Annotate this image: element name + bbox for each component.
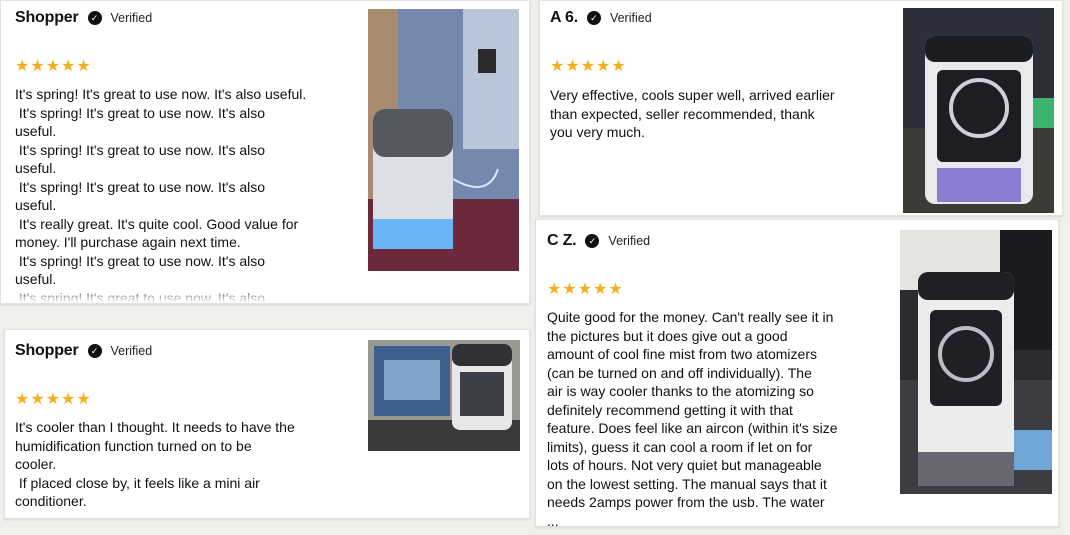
review-photo[interactable] [900, 230, 1052, 494]
star-rating: ★★★★★ [15, 58, 92, 75]
verified-check-icon: ✓ [87, 344, 102, 358]
review-card[interactable]: Shopper ✓ Verified ★★★★★ It's spring! It… [0, 0, 530, 304]
verified-check-icon: ✓ [87, 11, 102, 25]
star-rating: ★★★★★ [550, 58, 627, 75]
review-header: Shopper ✓ Verified [15, 9, 152, 27]
text-fade [1, 285, 529, 303]
verified-check-icon: ✓ [586, 11, 601, 25]
cooler-fan-photo-image [903, 8, 1054, 213]
cooler-photo-image [368, 9, 519, 271]
verified-label: Verified [608, 234, 651, 248]
review-card[interactable]: Shopper ✓ Verified ★★★★★ It's cooler tha… [4, 329, 530, 519]
cooler-box-photo-image [368, 340, 520, 451]
review-card[interactable]: A 6. ✓ Verified ★★★★★ Very effective, co… [539, 0, 1063, 216]
reviewer-name: Shopper [15, 9, 79, 26]
cooler-desk-photo-image [900, 230, 1052, 494]
review-header: A 6. ✓ Verified [550, 9, 652, 27]
review-text: Very effective, cools super well, arrive… [550, 87, 835, 140]
verified-label: Verified [110, 344, 153, 358]
star-rating: ★★★★★ [15, 391, 92, 408]
review-text: Quite good for the money. Can't really s… [547, 309, 838, 527]
star-rating: ★★★★★ [547, 281, 624, 298]
review-card[interactable]: C Z. ✓ Verified ★★★★★ Quite good for the… [535, 219, 1059, 527]
review-photo[interactable] [368, 9, 519, 271]
reviewer-name: C Z. [547, 232, 577, 249]
verified-label: Verified [609, 11, 652, 25]
reviewer-name: Shopper [15, 342, 79, 359]
review-text: It's cooler than I thought. It needs to … [15, 419, 295, 509]
review-photo[interactable] [368, 340, 520, 451]
review-header: Shopper ✓ Verified [15, 342, 152, 360]
review-header: C Z. ✓ Verified [547, 232, 650, 250]
verified-check-icon: ✓ [585, 234, 600, 248]
review-photo[interactable] [903, 8, 1054, 213]
reviewer-name: A 6. [550, 9, 578, 26]
review-text: It's spring! It's great to use now. It's… [15, 86, 307, 303]
verified-label: Verified [110, 11, 153, 25]
